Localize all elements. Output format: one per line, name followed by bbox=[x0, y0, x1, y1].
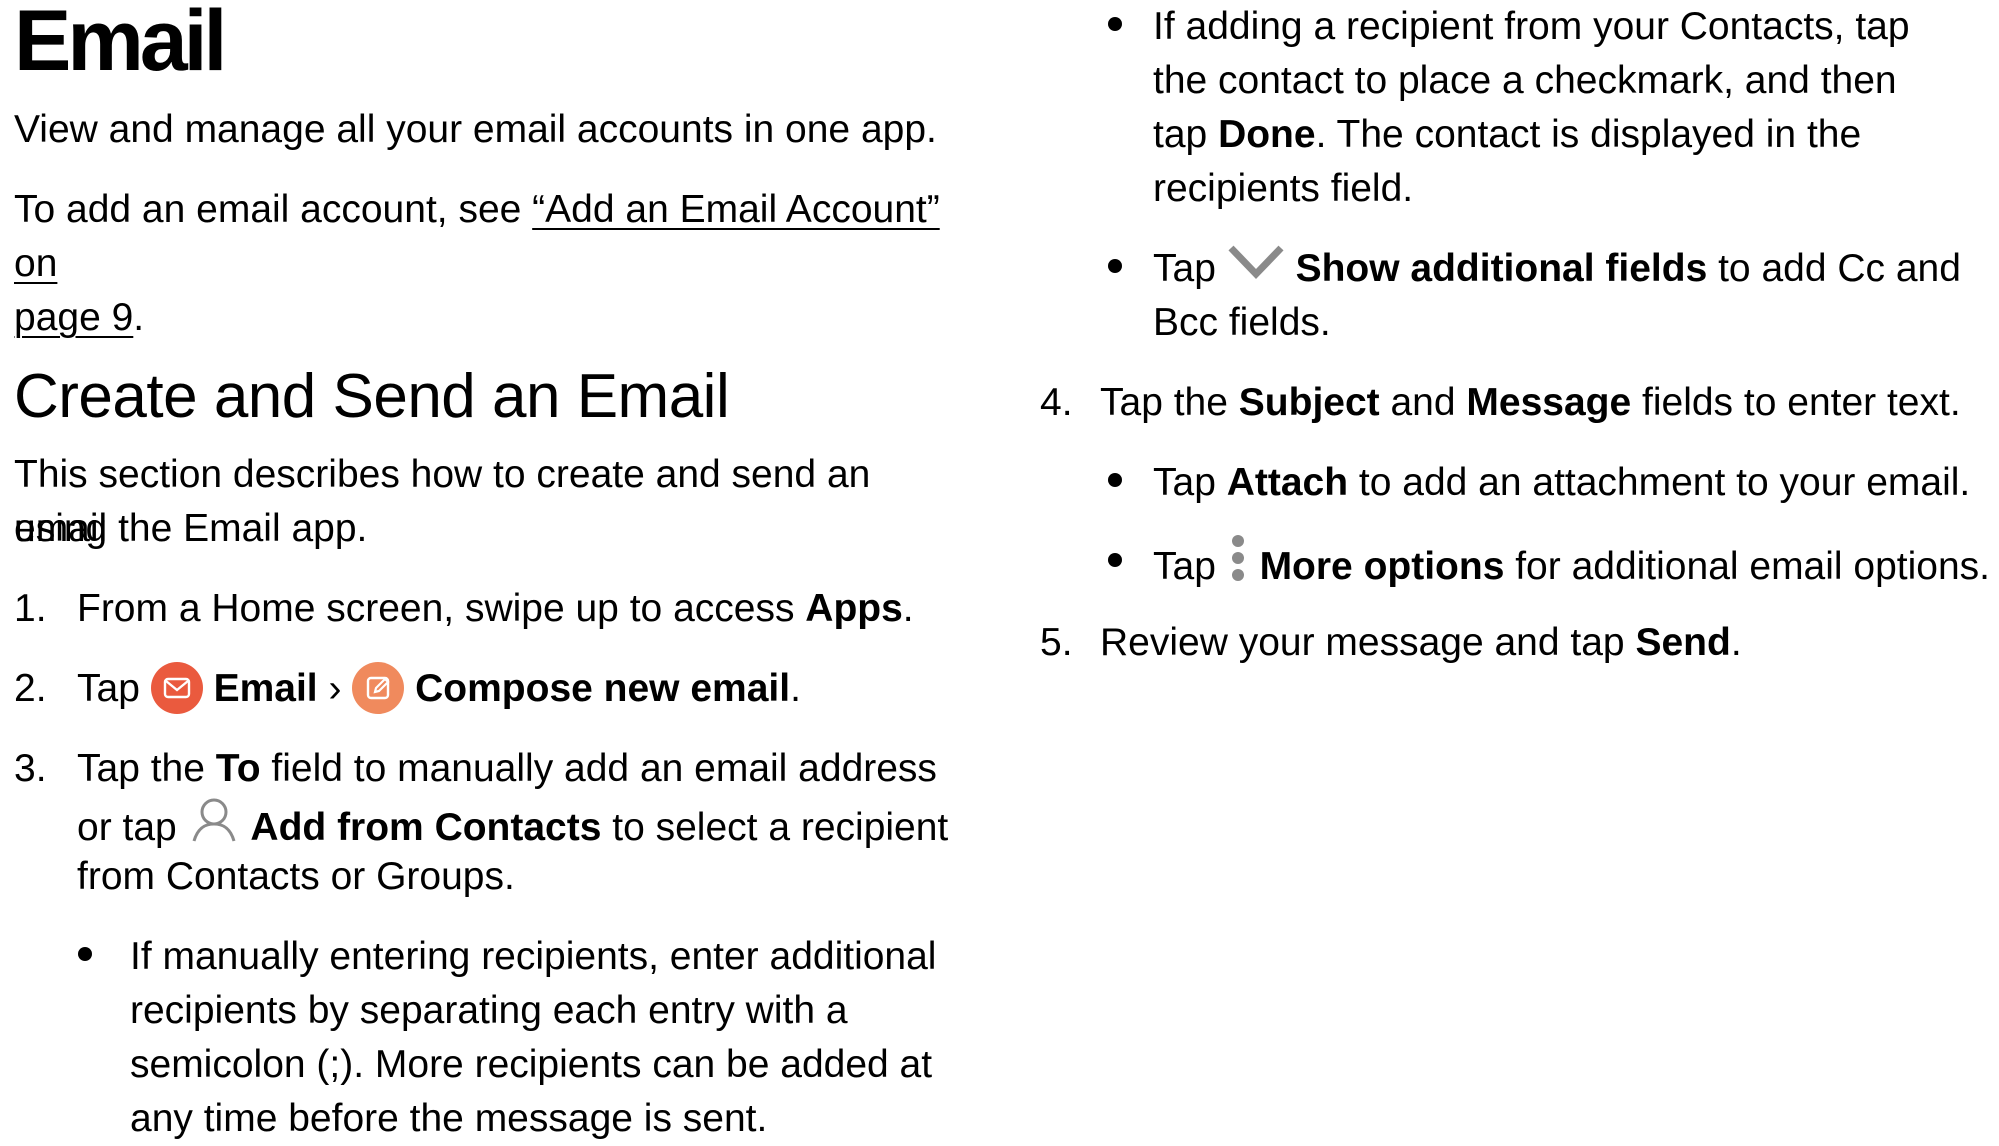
step-3-b3-l1c: to add Cc and bbox=[1707, 247, 1961, 290]
more-options-icon bbox=[1227, 533, 1249, 598]
step-3-add-from-contacts: Add from Contacts bbox=[250, 805, 602, 849]
step-3-bullet-2-line-4: recipients field. bbox=[1153, 167, 1414, 210]
step-5-end: . bbox=[1730, 621, 1742, 664]
step-5-number: 5. bbox=[1040, 621, 1073, 664]
step-4-b1-tap: Tap bbox=[1153, 461, 1227, 504]
bullet-dot bbox=[78, 947, 92, 961]
chevron-down-icon bbox=[1227, 240, 1285, 295]
step-3-l2-c: to select a recipient bbox=[601, 805, 949, 849]
step-4-a: Tap the bbox=[1100, 381, 1239, 424]
step-4-more-options: More options bbox=[1259, 544, 1505, 588]
step-4-e: fields to enter text. bbox=[1631, 381, 1961, 424]
step-5-a: Review your message and tap bbox=[1100, 621, 1636, 664]
step-5-send: Send bbox=[1635, 621, 1731, 664]
step-3-b2-l3a: tap bbox=[1153, 113, 1219, 156]
step-3-b2-l3c: . The contact is displayed in the bbox=[1315, 113, 1862, 156]
page-title: Email bbox=[14, 0, 227, 89]
add-account-link-text-2: page 9 bbox=[14, 296, 134, 339]
step-3-line-1: Tap the To field to manually add an emai… bbox=[77, 742, 937, 796]
step-3-bullet-1-line-3: semicolon (;). More recipients can be ad… bbox=[130, 1043, 933, 1086]
step-3-bullet-3-line-1: Tap Show additional fields to add Cc and bbox=[1153, 242, 1961, 298]
bullet-dot bbox=[1108, 553, 1122, 567]
step-2-tap: Tap bbox=[77, 667, 151, 710]
step-3-to: To bbox=[215, 747, 261, 790]
step-4-attach: Attach bbox=[1226, 461, 1349, 504]
section-intro-line-2: using the Email app. bbox=[14, 507, 368, 550]
step-1-end: . bbox=[902, 587, 914, 630]
step-3-done: Done bbox=[1218, 113, 1316, 156]
bullet-dot bbox=[1108, 17, 1122, 31]
step-3-bullet-1-line-4: any time before the message is sent. bbox=[130, 1097, 768, 1140]
step-1-text: From a Home screen, swipe up to access bbox=[77, 587, 806, 630]
step-2-email: Email bbox=[213, 667, 318, 710]
bullet-dot bbox=[1108, 473, 1122, 487]
section-title: Create and Send an Email bbox=[14, 362, 730, 431]
step-3-bullet-2-line-3: tap Done. The contact is displayed in th… bbox=[1153, 108, 1861, 162]
step-4-b2-c: for additional email options. bbox=[1504, 544, 1991, 588]
step-3-bullet-3-line-2: Bcc fields. bbox=[1153, 301, 1331, 344]
step-2-end: . bbox=[790, 667, 801, 710]
step-1-apps: Apps bbox=[805, 587, 903, 630]
step-2: Tap Email › Compose new email. bbox=[77, 661, 801, 717]
add-account-prefix: To add an email account, see bbox=[14, 188, 533, 231]
compose-icon bbox=[352, 661, 405, 714]
step-4-b2-tap: Tap bbox=[1153, 544, 1227, 588]
step-3-number: 3. bbox=[14, 747, 47, 790]
step-3-bullet-1-line-1: If manually entering recipients, enter a… bbox=[130, 935, 937, 978]
step-3-b3-tap: Tap bbox=[1153, 247, 1227, 290]
step-5: Review your message and tap Send. bbox=[1100, 616, 1742, 670]
step-2-number: 2. bbox=[14, 667, 47, 710]
step-4-bullet-2: Tap More options for additional email op… bbox=[1153, 533, 1991, 601]
step-3-l1-c: field to manually add an email address bbox=[260, 747, 937, 790]
step-3-bullet-2-line-2: the contact to place a checkmark, and th… bbox=[1153, 59, 1897, 102]
step-3-bullet-2-line-1: If adding a recipient from your Contacts… bbox=[1153, 5, 1910, 48]
step-3-line-3: from Contacts or Groups. bbox=[77, 855, 515, 898]
step-4-bullet-1: Tap Attach to add an attachment to your … bbox=[1153, 456, 1970, 510]
step-4-message: Message bbox=[1466, 381, 1632, 424]
step-4-c: and bbox=[1379, 381, 1467, 424]
step-2-compose: Compose new email bbox=[415, 667, 791, 710]
add-account-suffix: . bbox=[133, 296, 145, 339]
step-1: From a Home screen, swipe up to access A… bbox=[77, 582, 914, 636]
step-3-show-additional-fields: Show additional fields bbox=[1295, 247, 1708, 290]
step-4-b1-c: to add an attachment to your email. bbox=[1348, 461, 1971, 504]
step-3-l1-a: Tap the bbox=[77, 747, 216, 790]
step-3-bullet-1-line-2: recipients by separating each entry with… bbox=[130, 989, 848, 1032]
step-4: Tap the Subject and Message fields to en… bbox=[1100, 376, 1961, 430]
step-4-number: 4. bbox=[1040, 381, 1073, 424]
bullet-dot bbox=[1108, 259, 1122, 273]
step-2-separator: › bbox=[317, 667, 353, 710]
manual-page: Email View and manage all your email acc… bbox=[0, 0, 1999, 1140]
add-account-paragraph: To add an email account, see “Add an Ema… bbox=[14, 183, 974, 345]
intro-text: View and manage all your email accounts … bbox=[14, 108, 937, 151]
step-1-number: 1. bbox=[14, 587, 47, 630]
email-app-icon bbox=[150, 661, 203, 714]
step-4-subject: Subject bbox=[1238, 381, 1380, 424]
step-3-l2-a: or tap bbox=[77, 805, 188, 849]
